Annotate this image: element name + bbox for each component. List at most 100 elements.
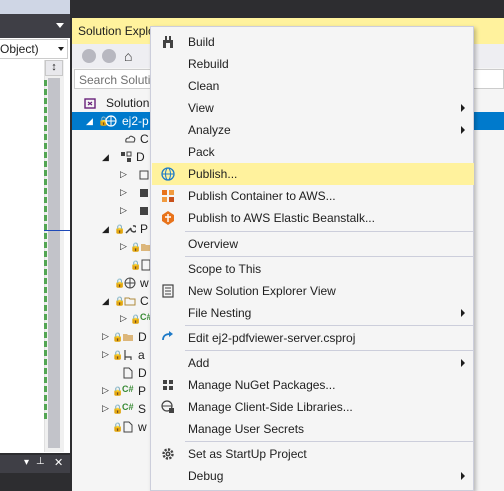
editor-top-strip [0, 0, 70, 14]
package-icon [140, 189, 148, 197]
menu-item-publish-container-aws[interactable]: Publish Container to AWS... [152, 185, 474, 207]
menu-item-publish-beanstalk[interactable]: Publish to AWS Elastic Beanstalk... [152, 207, 474, 229]
submenu-arrow-icon [461, 309, 465, 317]
forward-icon[interactable] [102, 49, 116, 63]
menu-item-file-nesting[interactable]: File Nesting [152, 302, 474, 324]
tree-item-label: ej2-p [122, 114, 149, 128]
code-editor-pane: Object) ↕ ▾ ⊥ ✕ [0, 0, 70, 491]
collapsed-triangle-icon[interactable]: ▷ [102, 349, 109, 360]
collapsed-triangle-icon[interactable]: ▷ [120, 241, 127, 252]
tree-item-label: P [138, 384, 147, 398]
collapsed-triangle-icon[interactable]: ▷ [120, 169, 127, 180]
menu-item-manage-client-libraries[interactable]: Manage Client-Side Libraries... [152, 396, 474, 418]
nuget-icon [163, 380, 173, 390]
dropdown-icon[interactable]: ▾ [24, 457, 29, 468]
menu-item-analyze[interactable]: Analyze [152, 119, 474, 141]
expanded-triangle-icon[interactable]: ◢ [102, 152, 109, 163]
tree-item-label: w [140, 276, 149, 290]
collapsed-triangle-icon[interactable]: ▷ [120, 187, 127, 198]
menu-item-label: Add [188, 356, 210, 370]
menu-item-manage-user-secrets[interactable]: Manage User Secrets [152, 418, 474, 440]
scrollbar-thumb[interactable] [48, 78, 60, 448]
tree-item-label: D [136, 150, 145, 164]
menu-item-label: Publish to AWS Elastic Beanstalk... [188, 211, 375, 225]
menu-item-label: Publish... [188, 167, 238, 181]
menu-item-manage-nuget[interactable]: Manage NuGet Packages... [152, 374, 474, 396]
new-view-icon [162, 284, 174, 298]
collapsed-triangle-icon[interactable]: ▷ [120, 313, 127, 324]
globe-icon [124, 277, 136, 289]
csharp-file-icon: C# [122, 384, 134, 394]
submenu-arrow-icon [461, 104, 465, 112]
menu-item-label: Manage Client-Side Libraries... [188, 400, 353, 414]
aws-container-icon [162, 190, 174, 202]
menu-item-debug[interactable]: Debug [152, 465, 474, 487]
collapsed-triangle-icon[interactable]: ▷ [102, 385, 109, 396]
menu-item-edit-csproj[interactable]: Edit ej2-pdfviewer-server.csproj [152, 327, 474, 349]
bottom-tool-window-header: ▾ ⊥ ✕ [0, 455, 70, 473]
menu-item-new-solution-explorer-view[interactable]: New Solution Explorer View [152, 280, 474, 302]
close-icon[interactable]: ✕ [54, 456, 63, 469]
member-combo[interactable]: Object) [0, 39, 68, 59]
gear-icon [162, 448, 174, 460]
collapsed-triangle-icon[interactable]: ▷ [102, 331, 109, 342]
config-file-icon [123, 421, 133, 433]
editor-tab-bar [0, 14, 70, 38]
back-icon[interactable] [82, 49, 96, 63]
tree-item-label: D [138, 330, 147, 344]
menu-item-publish[interactable]: Publish... [152, 163, 474, 185]
search-placeholder: Search Solutio [79, 73, 158, 87]
menu-separator [185, 441, 473, 442]
chevron-down-icon[interactable] [58, 47, 64, 51]
menu-separator [185, 350, 473, 351]
aws-beanstalk-icon [162, 211, 174, 225]
menu-item-label: Debug [188, 469, 224, 483]
tree-item-label: P [140, 222, 149, 236]
submenu-arrow-icon [461, 359, 465, 367]
submenu-arrow-icon [461, 472, 465, 480]
expanded-triangle-icon[interactable]: ◢ [102, 224, 109, 235]
menu-item-label: Manage NuGet Packages... [188, 378, 336, 392]
connected-services-icon [125, 135, 136, 143]
menu-item-set-startup[interactable]: Set as StartUp Project [152, 443, 474, 465]
collapsed-triangle-icon[interactable]: ▷ [120, 205, 127, 216]
build-icon [163, 36, 173, 48]
menu-item-label: Publish Container to AWS... [188, 189, 336, 203]
menu-item-clean[interactable]: Clean [152, 75, 474, 97]
menu-item-pack[interactable]: Pack [152, 141, 474, 163]
menu-separator [185, 231, 473, 232]
menu-item-build[interactable]: Build [152, 31, 474, 53]
tree-item-label: D [138, 366, 147, 380]
menu-item-label: New Solution Explorer View [188, 284, 336, 298]
client-libraries-icon [161, 400, 174, 413]
menu-item-scope-to-this[interactable]: Scope to This [152, 258, 474, 280]
menu-item-overview[interactable]: Overview [152, 233, 474, 255]
file-icon [123, 367, 133, 379]
menu-separator [185, 325, 473, 326]
menu-item-label: Edit ej2-pdfviewer-server.csproj [188, 331, 356, 345]
tree-item-label: C [140, 294, 149, 308]
menu-item-add[interactable]: Add [152, 352, 474, 374]
change-tracking-marker [44, 80, 47, 420]
collapsed-triangle-icon[interactable]: ▷ [102, 403, 109, 414]
expanded-triangle-icon[interactable]: ◢ [102, 296, 109, 307]
expanded-triangle-icon[interactable]: ◢ [86, 116, 93, 127]
split-window-button[interactable]: ↕ [45, 60, 63, 76]
web-project-icon [105, 115, 117, 127]
bottom-tool-window: ▾ ⊥ ✕ [0, 453, 70, 491]
submenu-arrow-icon [461, 126, 465, 134]
menu-item-rebuild[interactable]: Rebuild [152, 53, 474, 75]
menu-separator [185, 256, 473, 257]
menu-item-label: Analyze [188, 123, 231, 137]
menu-item-label: Pack [188, 145, 215, 159]
menu-item-label: Set as StartUp Project [188, 447, 307, 461]
home-icon[interactable]: ⌂ [124, 48, 132, 64]
pin-icon[interactable]: ⊥ [36, 456, 45, 467]
tree-item-label: w [138, 420, 147, 434]
menu-item-label: Clean [188, 79, 220, 93]
menu-item-view[interactable]: View [152, 97, 474, 119]
menu-item-label: File Nesting [188, 306, 252, 320]
menu-item-label: Scope to This [188, 262, 262, 276]
solution-explorer-title: Solution Explo [78, 24, 155, 38]
tab-dropdown-icon[interactable] [56, 23, 64, 28]
